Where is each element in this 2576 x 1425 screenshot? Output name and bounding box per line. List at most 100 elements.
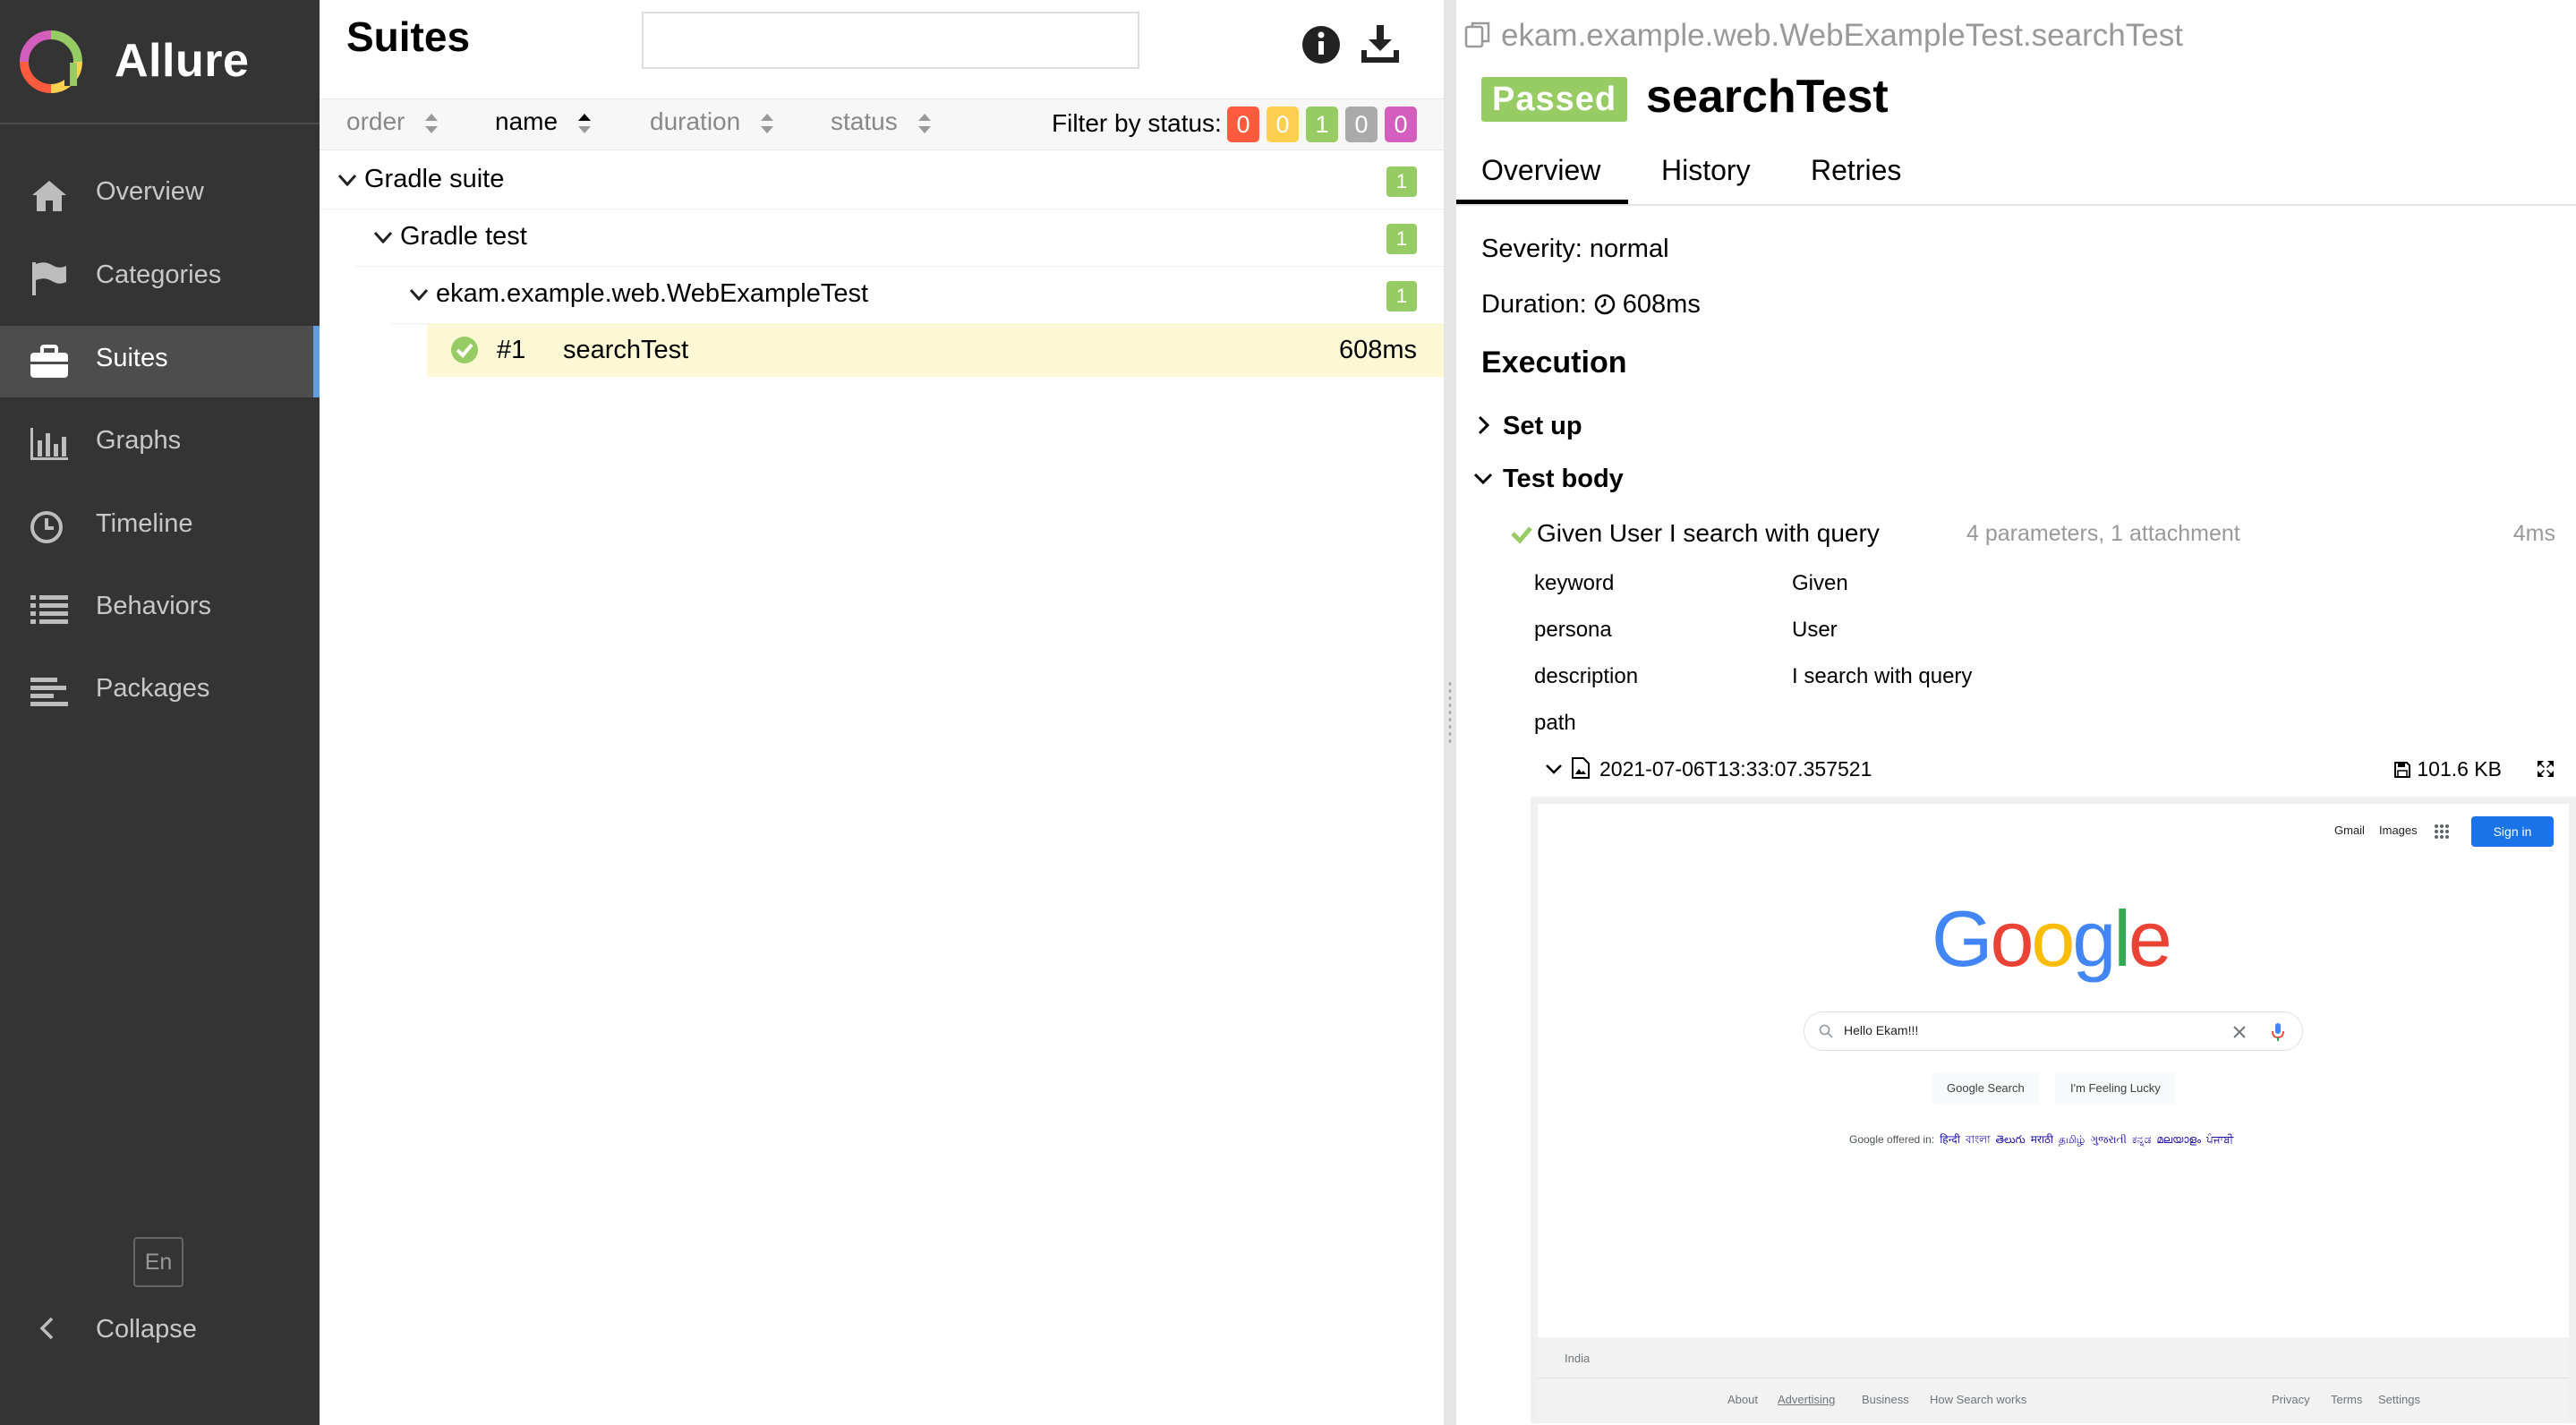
sort-order[interactable]: order <box>346 107 439 136</box>
duration-value: 608ms <box>1622 290 1701 319</box>
test-name: searchTest <box>563 336 689 364</box>
sidebar-item-graphs[interactable]: Graphs <box>0 408 320 480</box>
tab-overview[interactable]: Overview <box>1481 154 1600 187</box>
passed-check-icon <box>451 337 478 363</box>
filter-broken-badge[interactable]: 0 <box>1267 107 1299 142</box>
duration: Duration: 608ms <box>1481 290 1701 320</box>
chevron-left-icon <box>39 1317 54 1340</box>
attachment-name: 2021-07-06T13:33:07.357521 <box>1599 757 1872 781</box>
google-search-button: Google Search <box>1932 1072 2040 1105</box>
chevron-down-icon <box>373 231 393 244</box>
param-value: Given <box>1792 571 1848 595</box>
detail-pane: ekam.example.web.WebExampleTest.searchTe… <box>1456 0 2576 1425</box>
copy-icon[interactable] <box>1463 21 1492 49</box>
sort-icon <box>425 113 439 133</box>
check-icon <box>1511 526 1532 544</box>
filter-label: Filter by status: <box>1052 109 1222 137</box>
duration-label: Duration: <box>1481 290 1587 319</box>
tab-history[interactable]: History <box>1661 154 1751 187</box>
step-row[interactable]: Given User I search with query 4 paramet… <box>1510 517 2575 553</box>
save-icon <box>2394 762 2411 778</box>
sort-status-label: status <box>831 107 898 135</box>
param-value: User <box>1792 618 1838 642</box>
brand-name: Allure <box>115 35 250 87</box>
sort-asc-icon <box>578 113 592 133</box>
page-title: Suites <box>346 13 471 60</box>
google-homepage-image: Gmail Images Sign in Google Hello Ekam!!… <box>1538 804 2569 1421</box>
test-body-section[interactable]: Test body <box>1472 465 1624 494</box>
language-button[interactable]: En <box>133 1237 183 1287</box>
filter-failed-badge[interactable]: 0 <box>1227 107 1259 142</box>
step-name: Given User I search with query <box>1537 519 1880 547</box>
gmail-link: Gmail <box>2334 823 2365 837</box>
execution-title: Execution <box>1481 346 1627 380</box>
sidebar-item-packages[interactable]: Packages <box>0 656 320 728</box>
collapse-label: Collapse <box>96 1315 197 1344</box>
bar-chart-icon <box>30 428 68 460</box>
sidebar-item-overview[interactable]: Overview <box>0 159 320 231</box>
test-title: searchTest <box>1646 71 1889 123</box>
images-link: Images <box>2379 823 2418 837</box>
search-input[interactable] <box>642 12 1139 69</box>
sign-in-button: Sign in <box>2471 816 2554 847</box>
google-footer-links: About Advertising Business How Search wo… <box>1538 1378 2569 1421</box>
param-key: persona <box>1534 618 1612 642</box>
clock-icon <box>1594 294 1615 315</box>
filter-skipped-badge[interactable]: 0 <box>1345 107 1378 142</box>
sidebar-item-categories[interactable]: Categories <box>0 243 320 314</box>
sidebar-item-label: Graphs <box>96 426 182 455</box>
sort-duration-label: duration <box>650 107 741 135</box>
download-icon[interactable] <box>1358 21 1403 66</box>
clear-icon <box>2233 1026 2246 1038</box>
tree-node-label: Gradle test <box>400 222 527 251</box>
status-badge: Passed <box>1481 77 1628 122</box>
brand[interactable]: Allure <box>0 0 320 124</box>
test-path-text: ekam.example.web.WebExampleTest.searchTe… <box>1501 18 2183 53</box>
sort-duration[interactable]: duration <box>650 107 774 136</box>
tree-node-label: ekam.example.web.WebExampleTest <box>436 279 869 308</box>
step-meta: 4 parameters, 1 attachment <box>1966 521 2240 546</box>
attachment-size: 101.6 KB <box>2393 757 2502 781</box>
home-icon <box>32 181 66 211</box>
tree-node-class[interactable]: ekam.example.web.WebExampleTest 1 <box>391 267 1444 324</box>
sort-order-label: order <box>346 107 405 135</box>
briefcase-icon <box>30 345 68 378</box>
allure-logo-icon <box>20 30 82 93</box>
attachment-row[interactable]: 2021-07-06T13:33:07.357521 101.6 KB <box>1544 754 2573 786</box>
chevron-right-icon <box>1478 415 1490 435</box>
sort-name[interactable]: name <box>495 107 592 136</box>
test-duration: 608ms <box>1338 336 1417 364</box>
sidebar-item-label: Packages <box>96 674 210 703</box>
sidebar-item-suites[interactable]: Suites <box>0 326 320 397</box>
filter-passed-badge[interactable]: 1 <box>1306 107 1338 142</box>
chevron-down-icon <box>1473 473 1493 485</box>
test-row[interactable]: #1 searchTest 608ms <box>427 323 1444 377</box>
param-key: path <box>1534 711 1576 735</box>
sidebar-item-label: Suites <box>96 344 168 372</box>
tab-retries[interactable]: Retries <box>1811 154 1901 187</box>
info-icon[interactable] <box>1299 21 1343 66</box>
chevron-down-icon <box>409 288 429 302</box>
tree-node-suite[interactable]: Gradle suite 1 <box>320 152 1444 209</box>
sidebar-item-label: Overview <box>96 177 204 206</box>
param-key: keyword <box>1534 571 1615 595</box>
tree-node-label: Gradle suite <box>364 165 505 193</box>
suites-pane: Suites order name duration status Filter… <box>320 0 1444 1425</box>
align-left-icon <box>30 678 68 706</box>
tree-node-test[interactable]: Gradle test 1 <box>355 209 1444 267</box>
clock-icon <box>30 511 63 543</box>
filter-unknown-badge[interactable]: 0 <box>1385 107 1417 142</box>
active-tab-indicator <box>1456 200 1628 204</box>
setup-section[interactable]: Set up <box>1472 412 1582 441</box>
sidebar-item-timeline[interactable]: Timeline <box>0 491 320 563</box>
attachment-size-text: 101.6 KB <box>2417 757 2502 781</box>
expand-icon[interactable] <box>2536 759 2555 779</box>
feeling-lucky-button: I'm Feeling Lucky <box>2055 1072 2176 1105</box>
collapse-button[interactable]: Collapse <box>0 1302 320 1356</box>
sort-status[interactable]: status <box>831 107 932 136</box>
setup-label: Set up <box>1503 412 1582 440</box>
sidebar-item-label: Behaviors <box>96 592 211 620</box>
pane-splitter[interactable] <box>1444 0 1456 1425</box>
sidebar-item-behaviors[interactable]: Behaviors <box>0 574 320 645</box>
search-icon <box>1819 1024 1833 1038</box>
